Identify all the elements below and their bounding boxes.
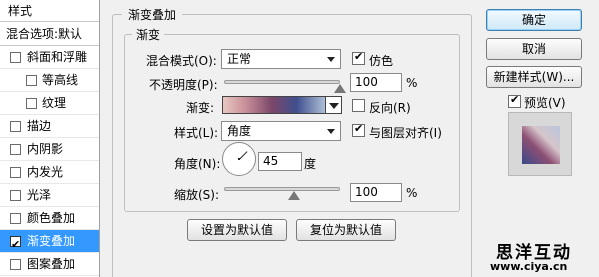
- style-item-color-overlay[interactable]: 颜色叠加: [0, 207, 99, 230]
- style-item-satin[interactable]: 光泽: [0, 184, 99, 207]
- dither-checkbox[interactable]: ✔: [352, 50, 365, 65]
- align-with-layer-label: 与图层对齐(I): [369, 126, 442, 140]
- style-checkbox[interactable]: [10, 144, 21, 155]
- gradient-style-value: 角度: [227, 124, 252, 138]
- gradient-section-title: 渐变: [132, 26, 165, 43]
- style-item-label: 斜面和浮雕: [27, 50, 88, 64]
- style-item-label: 纹理: [42, 96, 67, 110]
- style-item-label: 颜色叠加: [27, 211, 76, 225]
- style-item-inner-glow[interactable]: 内发光: [0, 161, 99, 184]
- opacity-unit: %: [406, 76, 418, 90]
- dropdown-arrow-icon: [327, 57, 335, 62]
- style-item-texture[interactable]: 纹理: [0, 92, 99, 115]
- gradient-picker-button[interactable]: [326, 96, 342, 114]
- style-checkbox[interactable]: [10, 259, 21, 270]
- reverse-checkbox[interactable]: [352, 99, 365, 112]
- dither-label: 仿色: [369, 54, 394, 68]
- preview-label: 预览(V): [524, 96, 566, 110]
- reset-default-button[interactable]: 复位为默认值: [296, 219, 396, 241]
- angle-dial-needle: [239, 151, 248, 160]
- opacity-label: 不透明度(P):: [149, 78, 218, 92]
- blend-mode-select[interactable]: 正常: [221, 49, 341, 69]
- watermark-url: www.ciya.cn: [490, 260, 568, 273]
- style-preview: [508, 112, 572, 176]
- angle-label: 角度(N):: [174, 157, 221, 171]
- check-icon: ✔: [354, 50, 364, 63]
- style-item-label: 光泽: [27, 188, 52, 202]
- style-item-label: 渐变叠加: [27, 234, 76, 248]
- cancel-button[interactable]: 取消: [486, 38, 582, 60]
- reverse-label: 反向(R): [369, 101, 411, 115]
- dropdown-arrow-icon: [329, 103, 339, 109]
- preview-checkbox[interactable]: ✔: [508, 93, 521, 108]
- style-item-label: 内阴影: [27, 142, 64, 156]
- style-label: 样式(L):: [174, 126, 219, 140]
- styles-header[interactable]: 样式: [0, 0, 99, 22]
- angle-dial-center: [238, 158, 240, 160]
- gradient-overlay-title: 渐变叠加: [122, 6, 183, 23]
- opacity-input[interactable]: 100: [350, 73, 402, 92]
- style-preview-swatch: [522, 126, 560, 164]
- new-style-button[interactable]: 新建样式(W)...: [486, 66, 582, 88]
- style-checkbox[interactable]: [10, 213, 21, 224]
- scale-label: 缩放(S):: [174, 188, 220, 202]
- scale-input[interactable]: 100: [350, 183, 402, 202]
- style-checkbox[interactable]: [26, 98, 37, 109]
- dropdown-arrow-icon: [327, 129, 335, 134]
- style-item-label: 等高线: [42, 73, 79, 87]
- angle-dial-icon[interactable]: [222, 142, 256, 176]
- scale-unit: %: [406, 186, 418, 200]
- style-item-label: 图案叠加: [27, 257, 76, 271]
- style-checkbox[interactable]: [26, 75, 37, 86]
- style-item-label: 内发光: [27, 165, 64, 179]
- set-default-button[interactable]: 设置为默认值: [187, 219, 287, 241]
- style-item-stroke[interactable]: 描边: [0, 115, 99, 138]
- angle-input[interactable]: 45: [258, 152, 302, 171]
- scale-slider-thumb[interactable]: [287, 191, 300, 200]
- align-with-layer-checkbox[interactable]: ✔: [352, 122, 365, 137]
- check-icon: ✔: [510, 93, 520, 106]
- style-item-gradient-overlay[interactable]: ✔ 渐变叠加: [0, 230, 99, 253]
- style-item-bevel-emboss[interactable]: 斜面和浮雕: [0, 46, 99, 69]
- style-item-pattern-overlay[interactable]: 图案叠加: [0, 253, 99, 276]
- blend-options-item[interactable]: 混合选项:默认: [0, 22, 99, 46]
- check-icon: ✔: [354, 122, 364, 135]
- style-checkbox[interactable]: [10, 52, 21, 63]
- gradient-preview-swatch[interactable]: [222, 96, 326, 114]
- blend-mode-label: 混合模式(O):: [146, 54, 217, 68]
- style-checkbox[interactable]: [10, 167, 21, 178]
- blend-mode-value: 正常: [227, 52, 252, 66]
- gradient-style-select[interactable]: 角度: [221, 121, 341, 141]
- style-checkbox[interactable]: ✔: [10, 236, 21, 251]
- style-item-inner-shadow[interactable]: 内阴影: [0, 138, 99, 161]
- scale-slider-track[interactable]: [224, 187, 340, 191]
- ok-button[interactable]: 确定: [486, 9, 582, 31]
- style-item-contour[interactable]: 等高线: [0, 69, 99, 92]
- opacity-slider-track[interactable]: [224, 80, 340, 84]
- gradient-label: 渐变:: [186, 101, 215, 115]
- angle-unit: 度: [304, 157, 317, 171]
- style-item-label: 描边: [27, 119, 52, 133]
- opacity-slider-thumb[interactable]: [334, 84, 346, 93]
- style-checkbox[interactable]: [10, 121, 21, 132]
- style-checkbox[interactable]: [10, 190, 21, 201]
- styles-panel: 样式 混合选项:默认 斜面和浮雕 等高线 纹理 描边 内阴影 内发光 光泽 颜色…: [0, 0, 100, 277]
